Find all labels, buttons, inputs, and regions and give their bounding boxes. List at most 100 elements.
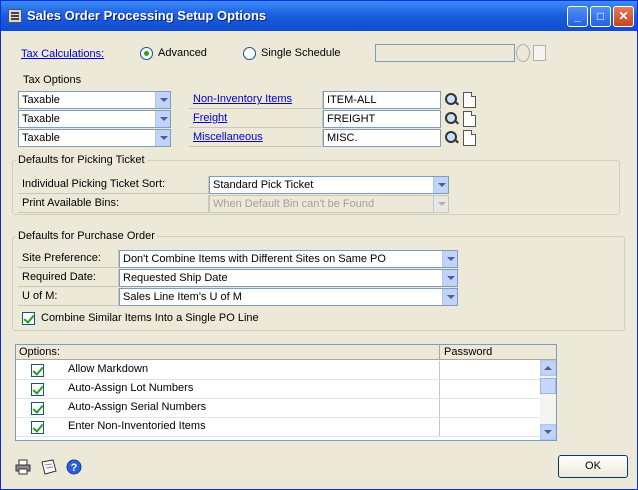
tax-option-value: Taxable xyxy=(22,113,60,125)
radio-advanced-label[interactable]: Advanced xyxy=(158,47,207,59)
new-document-icon[interactable] xyxy=(463,111,476,127)
table-row[interactable]: Auto-Assign Serial Numbers xyxy=(16,399,540,418)
option-label: Allow Markdown xyxy=(68,363,149,375)
radio-single-schedule-label[interactable]: Single Schedule xyxy=(261,47,341,59)
picking-ticket-group-label: Defaults for Picking Ticket xyxy=(16,154,147,166)
site-preference-value: Don't Combine Items with Different Sites… xyxy=(123,253,386,265)
maximize-button[interactable]: □ xyxy=(590,6,611,27)
picking-sort-label-cell: Individual Picking Ticket Sort: xyxy=(18,176,209,194)
tax-option-select-non-inventory[interactable]: Taxable xyxy=(18,91,171,109)
radio-advanced[interactable] xyxy=(140,47,153,60)
chevron-down-icon[interactable] xyxy=(433,177,448,193)
tax-option-value: Taxable xyxy=(22,94,60,106)
uofm-label-cell: U of M: xyxy=(18,288,119,306)
help-icon[interactable]: ? xyxy=(66,459,82,475)
site-preference-label: Site Preference: xyxy=(22,252,101,264)
password-cell[interactable] xyxy=(439,380,540,398)
lookup-icon[interactable] xyxy=(444,130,460,146)
picking-sort-value: Standard Pick Ticket xyxy=(213,179,314,191)
chevron-down-icon[interactable] xyxy=(155,111,170,127)
combine-items-checkbox[interactable] xyxy=(22,312,35,325)
option-label: Auto-Assign Serial Numbers xyxy=(68,401,207,413)
non-inventory-items-link[interactable]: Non-Inventory Items xyxy=(193,93,292,105)
tax-schedule-field xyxy=(375,44,515,62)
lookup-icon[interactable] xyxy=(444,92,460,108)
chevron-down-icon[interactable] xyxy=(155,130,170,146)
miscellaneous-link[interactable]: Miscellaneous xyxy=(193,131,263,143)
option-checkbox[interactable] xyxy=(31,383,44,396)
ok-button[interactable]: OK xyxy=(558,455,628,478)
site-preference-select[interactable]: Don't Combine Items with Different Sites… xyxy=(119,250,458,268)
non-inventory-items-cell: Non-Inventory Items xyxy=(189,91,323,109)
required-date-label: Required Date: xyxy=(22,271,96,283)
new-document-icon[interactable] xyxy=(463,130,476,146)
print-bins-select: When Default Bin can't be Found xyxy=(209,195,449,213)
svg-text:?: ? xyxy=(71,462,78,474)
site-preference-label-cell: Site Preference: xyxy=(18,250,119,268)
radio-single-schedule[interactable] xyxy=(243,47,256,60)
lookup-icon[interactable] xyxy=(444,111,460,127)
tax-option-value: Taxable xyxy=(22,132,60,144)
column-divider xyxy=(439,345,440,360)
tax-option-select-misc[interactable]: Taxable xyxy=(18,129,171,147)
non-inventory-tax-schedule-field[interactable]: ITEM-ALL xyxy=(323,91,441,109)
setup-options-window: Sales Order Processing Setup Options _ □… xyxy=(0,0,638,490)
scroll-thumb[interactable] xyxy=(540,378,556,394)
password-cell[interactable] xyxy=(439,399,540,417)
misc-tax-schedule-field[interactable]: MISC. xyxy=(323,129,441,147)
dialog-content: Tax Calculations: Advanced Single Schedu… xyxy=(1,31,637,489)
options-grid: Options: Password Allow Markdown Auto-As… xyxy=(15,344,557,441)
print-bins-label-cell: Print Available Bins: xyxy=(18,195,209,213)
uofm-value: Sales Line Item's U of M xyxy=(123,291,242,303)
window-menu-icon[interactable] xyxy=(8,9,22,23)
schedule-new-icon xyxy=(533,45,546,61)
required-date-label-cell: Required Date: xyxy=(18,269,119,287)
new-document-icon[interactable] xyxy=(463,92,476,108)
option-checkbox[interactable] xyxy=(31,364,44,377)
table-row[interactable]: Enter Non-Inventoried Items xyxy=(16,418,540,437)
minimize-button[interactable]: _ xyxy=(567,6,588,27)
picking-sort-label: Individual Picking Ticket Sort: xyxy=(22,178,166,190)
chevron-down-icon[interactable] xyxy=(442,251,457,267)
miscellaneous-cell: Miscellaneous xyxy=(189,129,323,147)
grid-scrollbar[interactable] xyxy=(540,360,556,440)
scroll-up-icon[interactable] xyxy=(540,360,556,376)
schedule-lookup-icon xyxy=(516,44,530,62)
printer-icon[interactable] xyxy=(15,459,31,475)
freight-tax-schedule-field[interactable]: FREIGHT xyxy=(323,110,441,128)
chevron-down-icon xyxy=(433,196,448,212)
title-bar[interactable]: Sales Order Processing Setup Options _ □… xyxy=(1,1,637,31)
option-label: Enter Non-Inventoried Items xyxy=(68,420,206,432)
uofm-select[interactable]: Sales Line Item's U of M xyxy=(119,288,458,306)
password-column-header[interactable]: Password xyxy=(444,346,492,358)
tax-options-label: Tax Options xyxy=(23,74,82,86)
password-cell[interactable] xyxy=(439,418,540,436)
option-checkbox[interactable] xyxy=(31,421,44,434)
chevron-down-icon[interactable] xyxy=(442,289,457,305)
required-date-select[interactable]: Requested Ship Date xyxy=(119,269,458,287)
required-date-value: Requested Ship Date xyxy=(123,272,228,284)
option-label: Auto-Assign Lot Numbers xyxy=(68,382,194,394)
freight-link[interactable]: Freight xyxy=(193,112,227,124)
scroll-down-icon[interactable] xyxy=(540,424,556,440)
close-button[interactable]: ✕ xyxy=(613,6,634,27)
table-row[interactable]: Auto-Assign Lot Numbers xyxy=(16,380,540,399)
window-title: Sales Order Processing Setup Options xyxy=(27,8,267,23)
picking-sort-select[interactable]: Standard Pick Ticket xyxy=(209,176,449,194)
freight-cell: Freight xyxy=(189,110,323,128)
option-checkbox[interactable] xyxy=(31,402,44,415)
grid-header: Options: Password xyxy=(16,345,556,360)
tax-calculations-link[interactable]: Tax Calculations: xyxy=(21,48,104,60)
chevron-down-icon[interactable] xyxy=(442,270,457,286)
print-bins-label: Print Available Bins: xyxy=(22,197,120,209)
chevron-down-icon[interactable] xyxy=(155,92,170,108)
tax-option-select-freight[interactable]: Taxable xyxy=(18,110,171,128)
combine-items-label[interactable]: Combine Similar Items Into a Single PO L… xyxy=(41,312,259,324)
table-row[interactable]: Allow Markdown xyxy=(16,361,540,380)
purchase-order-group-label: Defaults for Purchase Order xyxy=(16,230,157,242)
uofm-label: U of M: xyxy=(22,290,58,302)
options-column-header[interactable]: Options: xyxy=(19,346,60,358)
note-icon[interactable] xyxy=(40,459,57,475)
print-bins-value: When Default Bin can't be Found xyxy=(213,198,375,210)
password-cell[interactable] xyxy=(439,361,540,379)
